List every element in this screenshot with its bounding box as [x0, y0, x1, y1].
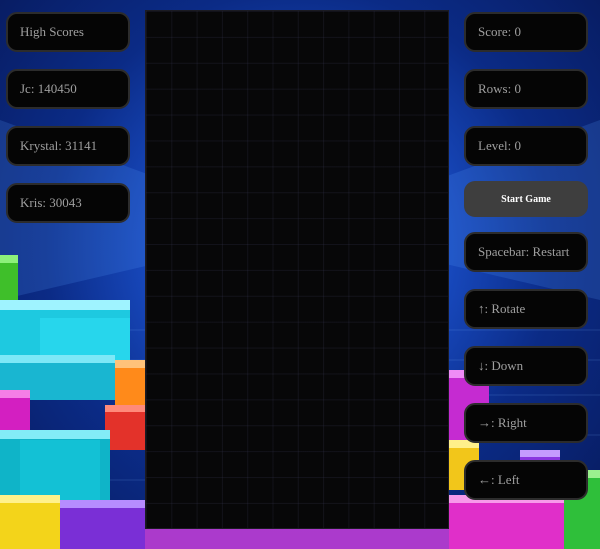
high-score-entry-1: Jc: 140450 — [6, 69, 130, 109]
level-display: Level: 0 — [464, 126, 588, 166]
rotate-hint: ↑: Rotate — [464, 289, 588, 329]
rows-display: Rows: 0 — [464, 69, 588, 109]
start-game-button[interactable]: Start Game — [464, 181, 588, 217]
left-hint: ←: Left — [464, 460, 588, 500]
high-scores-title: High Scores — [6, 12, 130, 52]
high-score-entry-2: Krystal: 31141 — [6, 126, 130, 166]
high-score-entry-3: Kris: 30043 — [6, 183, 130, 223]
restart-hint: Spacebar: Restart — [464, 232, 588, 272]
game-board[interactable] — [145, 10, 449, 529]
score-display: Score: 0 — [464, 12, 588, 52]
down-hint: ↓: Down — [464, 346, 588, 386]
right-hint: →: Right — [464, 403, 588, 443]
